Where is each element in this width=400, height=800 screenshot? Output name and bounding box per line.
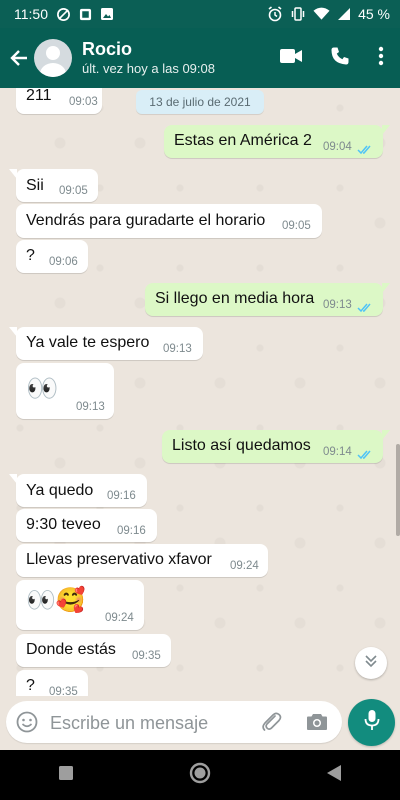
emoji-icon[interactable] <box>16 711 38 738</box>
message-time: 09:05 <box>282 220 311 232</box>
message-text: Ya vale te espero <box>26 334 150 351</box>
message-time: 09:35 <box>132 650 161 662</box>
message-emoji: 👀 <box>26 373 59 403</box>
dnd-off-icon <box>56 7 71 22</box>
message-bubble-incoming[interactable]: Ya quedo 09:16 <box>9 474 147 507</box>
message-time: 09:16 <box>107 490 136 502</box>
message-text: 9:30 teveo <box>26 516 101 533</box>
notification-square-icon <box>79 8 92 21</box>
microphone-icon <box>364 709 380 736</box>
message-bubble-incoming[interactable]: 👀 09:13 <box>16 363 114 419</box>
message-text: Estas en América 2 <box>174 132 312 149</box>
attach-paperclip-icon[interactable] <box>260 711 282 738</box>
double-chevron-down-icon <box>364 654 378 673</box>
video-call-icon[interactable] <box>280 48 302 69</box>
avatar[interactable] <box>34 39 72 77</box>
message-bubble-incoming[interactable]: 9:30 teveo 09:16 <box>16 509 157 542</box>
message-text: Llevas preservativo xfavor <box>26 551 212 568</box>
recent-apps-icon[interactable] <box>58 765 74 786</box>
message-emoji: 👀🥰 <box>26 587 86 614</box>
message-text: Donde estás <box>26 641 116 658</box>
chat-header: Rocio últ. vez hoy a las 09:08 <box>0 28 400 88</box>
message-bubble-incoming[interactable]: Llevas preservativo xfavor 09:24 <box>16 544 268 577</box>
message-bubble-outgoing[interactable]: Listo así quedamos 09:14 <box>162 430 390 465</box>
message-time: 09:13 <box>323 299 352 311</box>
message-time: 09:24 <box>105 612 134 624</box>
signal-icon <box>337 7 351 21</box>
message-text: Ya quedo <box>26 482 94 499</box>
read-ticks-icon <box>357 142 374 160</box>
date-chip: 13 de julio de 2021 <box>136 90 264 114</box>
read-ticks-icon <box>357 300 374 318</box>
phone-call-icon[interactable] <box>330 46 350 71</box>
read-ticks-icon <box>357 447 374 465</box>
message-time: 09:35 <box>49 686 78 696</box>
message-bubble-incoming[interactable]: Sii 09:05 <box>9 169 98 202</box>
scroll-to-bottom-button[interactable] <box>355 647 387 679</box>
android-nav-bar <box>0 750 400 800</box>
message-time: 09:05 <box>59 185 88 197</box>
status-bar: 11:50 45 % <box>0 0 400 28</box>
message-bubble-incoming[interactable]: 👀🥰 09:24 <box>16 580 144 630</box>
message-composer <box>6 701 342 743</box>
message-bubble-incoming[interactable]: 211 09:03 <box>16 88 102 114</box>
message-bubble-incoming[interactable]: ? 09:35 <box>16 670 88 696</box>
message-text: Listo así quedamos <box>172 437 311 454</box>
composer-bar <box>0 696 400 750</box>
message-text: 211 <box>26 88 52 104</box>
message-time: 09:16 <box>117 525 146 537</box>
vibrate-icon <box>290 6 306 22</box>
status-time: 11:50 <box>14 6 48 22</box>
message-time: 09:04 <box>323 141 352 153</box>
message-time: 09:13 <box>76 401 105 413</box>
mic-button[interactable] <box>348 699 395 746</box>
contact-name: Rocio <box>82 39 133 59</box>
message-text: Vendrás para guradarte el horario <box>26 212 266 229</box>
camera-icon[interactable] <box>306 712 328 737</box>
contact-info[interactable]: Rocio últ. vez hoy a las 09:08 <box>82 39 280 77</box>
alarm-icon <box>267 6 283 22</box>
message-text: Sii <box>26 177 44 194</box>
back-arrow-icon[interactable] <box>4 28 34 88</box>
chat-area[interactable]: 211 09:03 13 de julio de 2021 Estas en A… <box>0 88 400 696</box>
message-bubble-incoming[interactable]: Donde estás 09:35 <box>16 634 171 667</box>
message-time: 09:13 <box>163 343 192 355</box>
message-bubble-outgoing[interactable]: Si llego en media hora 09:13 <box>145 283 390 318</box>
message-time: 09:06 <box>49 256 78 268</box>
image-notification-icon <box>100 7 114 21</box>
back-triangle-icon[interactable] <box>326 764 342 787</box>
message-text: ? <box>26 247 35 264</box>
message-bubble-incoming[interactable]: ? 09:06 <box>16 240 88 273</box>
message-time: 09:24 <box>230 560 259 572</box>
message-bubble-incoming[interactable]: Ya vale te espero 09:13 <box>9 327 203 360</box>
more-vert-icon[interactable] <box>378 46 384 71</box>
message-input[interactable] <box>48 707 252 739</box>
message-bubble-incoming[interactable]: Vendrás para guradarte el horario 09:05 <box>16 204 322 238</box>
message-text: Si llego en media hora <box>155 290 315 307</box>
battery-level: 45 % <box>358 6 390 22</box>
message-bubble-outgoing[interactable]: Estas en América 2 09:04 <box>164 125 390 160</box>
last-seen-status: últ. vez hoy a las 09:08 <box>82 61 215 76</box>
message-text: ? <box>26 677 35 694</box>
message-time: 09:14 <box>323 446 352 458</box>
home-icon[interactable] <box>189 762 211 789</box>
message-time: 09:03 <box>69 96 98 108</box>
wifi-icon <box>313 7 330 21</box>
scrollbar[interactable] <box>396 444 400 536</box>
